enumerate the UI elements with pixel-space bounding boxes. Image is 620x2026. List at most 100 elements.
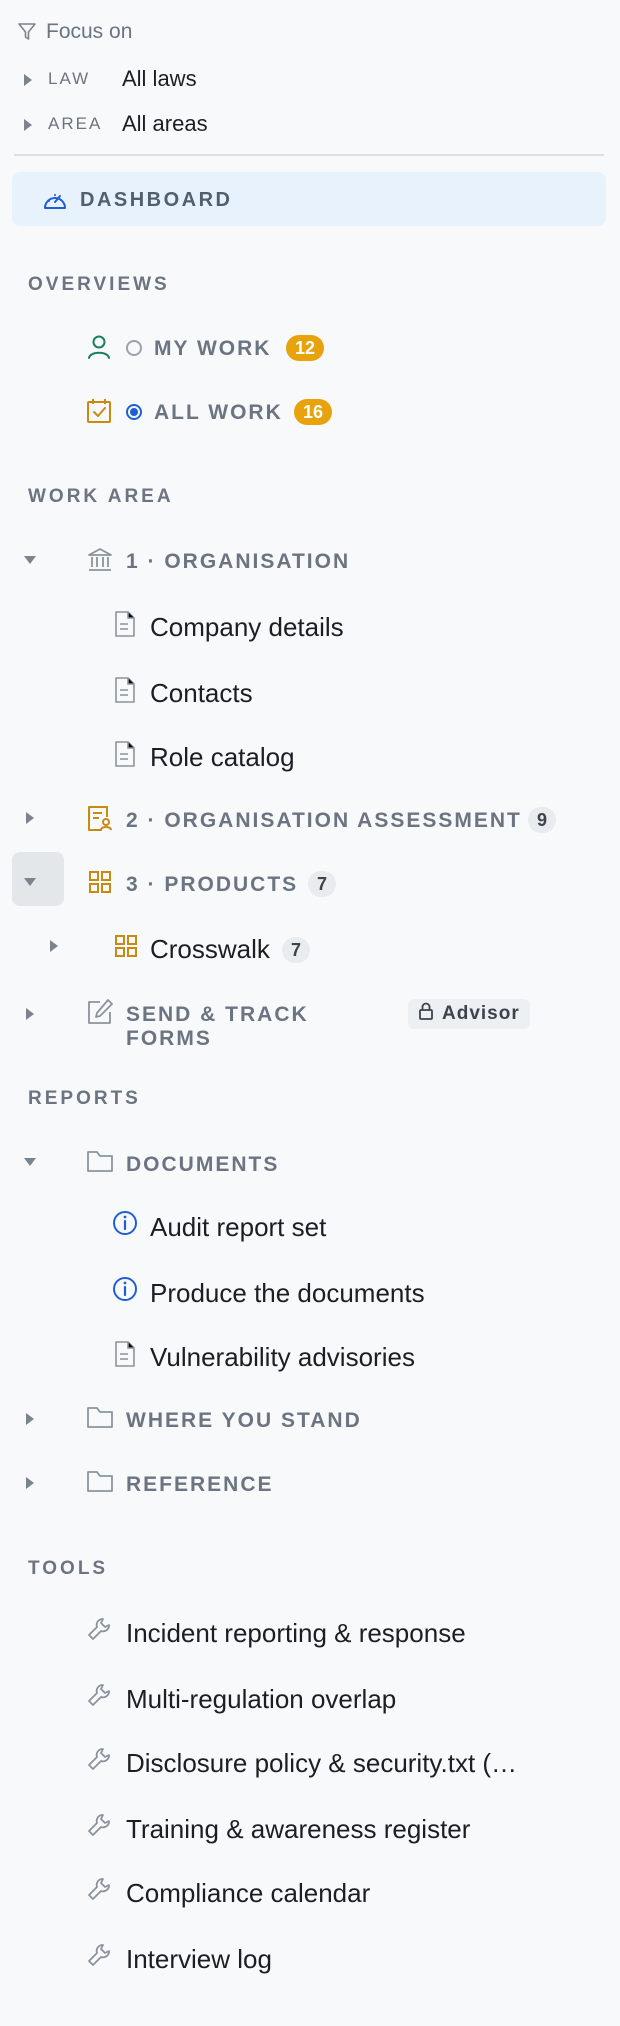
all-work-count-badge: 16 bbox=[294, 399, 333, 425]
expand-caret-icon[interactable] bbox=[24, 119, 32, 131]
wrench-icon bbox=[86, 1746, 112, 1777]
all-work-item[interactable]: ALL WORK 16 bbox=[84, 394, 344, 430]
expand-caret-icon[interactable] bbox=[26, 1477, 34, 1489]
organisation-node[interactable]: 1 · ORGANISATION bbox=[86, 544, 486, 578]
expand-caret-icon[interactable] bbox=[24, 74, 32, 86]
document-icon bbox=[114, 610, 136, 643]
folder-icon bbox=[86, 1148, 114, 1179]
vulnerability-advisories-item[interactable]: Vulnerability advisories bbox=[112, 1338, 512, 1376]
filter-icon bbox=[17, 22, 37, 47]
folder-icon bbox=[86, 1404, 114, 1435]
products-node[interactable]: 3 · PRODUCTS 7 bbox=[86, 866, 386, 902]
calendar-check-icon bbox=[86, 398, 112, 429]
area-filter[interactable]: AREA All areas bbox=[20, 109, 420, 141]
tool-interview-log[interactable]: Interview log bbox=[86, 1940, 586, 1978]
documents-node[interactable]: DOCUMENTS bbox=[86, 1146, 386, 1180]
document-icon bbox=[114, 676, 136, 709]
role-catalog-label: Role catalog bbox=[150, 742, 295, 772]
expand-caret-icon[interactable] bbox=[26, 1008, 34, 1020]
organisation-assessment-node[interactable]: 2 · ORGANISATION ASSESSMENT 9 bbox=[86, 802, 586, 838]
overviews-heading: OVERVIEWS bbox=[28, 274, 170, 295]
my-work-label: MY WORK bbox=[154, 337, 272, 360]
info-icon bbox=[112, 1276, 138, 1307]
audit-report-set-label: Audit report set bbox=[150, 1212, 327, 1242]
where-you-stand-node[interactable]: WHERE YOU STAND bbox=[86, 1402, 386, 1436]
vulnerability-advisories-label: Vulnerability advisories bbox=[150, 1342, 415, 1372]
all-work-radio[interactable] bbox=[126, 404, 142, 420]
collapse-caret-icon[interactable] bbox=[24, 1158, 36, 1166]
products-caret-button[interactable] bbox=[12, 852, 64, 906]
tools-heading: TOOLS bbox=[28, 1558, 109, 1579]
expand-caret-icon[interactable] bbox=[26, 812, 34, 824]
tool-label: Compliance calendar bbox=[126, 1878, 371, 1908]
grid-icon bbox=[88, 870, 112, 899]
advisor-tag: Advisor bbox=[408, 999, 530, 1029]
focus-on-label: Focus on bbox=[46, 20, 133, 43]
crosswalk-label: Crosswalk bbox=[150, 934, 270, 964]
reference-label: REFERENCE bbox=[126, 1473, 274, 1496]
tool-label: Interview log bbox=[126, 1944, 272, 1974]
reports-heading: REPORTS bbox=[28, 1088, 141, 1109]
documents-label: DOCUMENTS bbox=[126, 1153, 280, 1176]
bank-icon bbox=[86, 546, 114, 579]
gauge-icon bbox=[42, 188, 68, 217]
tool-incident-reporting[interactable]: Incident reporting & response bbox=[86, 1614, 586, 1652]
my-work-item[interactable]: MY WORK 12 bbox=[84, 330, 344, 366]
organisation-label: 1 · ORGANISATION bbox=[126, 550, 351, 573]
reference-node[interactable]: REFERENCE bbox=[86, 1466, 386, 1500]
send-track-forms-node[interactable]: SEND & TRACK FORMS bbox=[86, 996, 396, 1050]
info-icon bbox=[112, 1210, 138, 1241]
area-filter-key: AREA bbox=[48, 114, 103, 133]
advisor-label: Advisor bbox=[442, 1003, 520, 1024]
folder-icon bbox=[86, 1468, 114, 1499]
products-count: 7 bbox=[308, 871, 337, 897]
tool-label: Disclosure policy & security.txt (… bbox=[126, 1748, 518, 1778]
grid-icon bbox=[114, 934, 138, 963]
produce-documents-label: Produce the documents bbox=[150, 1278, 425, 1308]
wrench-icon bbox=[86, 1682, 112, 1713]
tool-disclosure-policy[interactable]: Disclosure policy & security.txt (… bbox=[86, 1744, 586, 1782]
where-you-stand-label: WHERE YOU STAND bbox=[126, 1409, 362, 1432]
tool-compliance-calendar[interactable]: Compliance calendar bbox=[86, 1874, 586, 1912]
collapse-caret-icon[interactable] bbox=[24, 556, 36, 564]
expand-caret-icon[interactable] bbox=[26, 1413, 34, 1425]
law-filter[interactable]: LAW All laws bbox=[20, 64, 420, 96]
send-track-forms-label: SEND & TRACK FORMS bbox=[126, 1003, 309, 1050]
all-work-label: ALL WORK bbox=[154, 401, 283, 424]
person-icon bbox=[86, 334, 112, 365]
collapse-caret-icon[interactable] bbox=[24, 878, 36, 886]
clipboard-user-icon bbox=[86, 804, 112, 837]
tool-label: Training & awareness register bbox=[126, 1814, 471, 1844]
wrench-icon bbox=[86, 1876, 112, 1907]
expand-caret-icon[interactable] bbox=[50, 940, 58, 952]
area-filter-value: All areas bbox=[122, 111, 208, 136]
produce-documents-item[interactable]: Produce the documents bbox=[112, 1274, 512, 1312]
edit-icon bbox=[86, 998, 114, 1031]
lock-icon bbox=[418, 1002, 434, 1026]
contacts-item[interactable]: Contacts bbox=[112, 674, 472, 712]
divider bbox=[14, 154, 604, 156]
tool-training-register[interactable]: Training & awareness register bbox=[86, 1810, 586, 1848]
law-filter-value: All laws bbox=[122, 66, 197, 91]
crosswalk-count: 7 bbox=[282, 937, 311, 963]
company-details-item[interactable]: Company details bbox=[112, 608, 472, 646]
audit-report-set-item[interactable]: Audit report set bbox=[112, 1208, 472, 1246]
wrench-icon bbox=[86, 1616, 112, 1647]
organisation-assessment-count: 9 bbox=[528, 807, 557, 833]
organisation-assessment-label: 2 · ORGANISATION ASSESSMENT bbox=[126, 809, 522, 832]
document-icon bbox=[114, 740, 136, 773]
contacts-label: Contacts bbox=[150, 678, 253, 708]
wrench-icon bbox=[86, 1812, 112, 1843]
document-icon bbox=[114, 1340, 136, 1373]
law-filter-key: LAW bbox=[48, 69, 91, 88]
company-details-label: Company details bbox=[150, 612, 344, 642]
work-area-heading: WORK AREA bbox=[28, 486, 174, 507]
crosswalk-item[interactable]: Crosswalk 7 bbox=[112, 930, 412, 968]
tool-label: Multi-regulation overlap bbox=[126, 1684, 397, 1714]
tool-label: Incident reporting & response bbox=[126, 1618, 466, 1648]
dashboard-label: DASHBOARD bbox=[80, 189, 233, 211]
my-work-radio[interactable] bbox=[126, 340, 142, 356]
role-catalog-item[interactable]: Role catalog bbox=[112, 738, 472, 776]
products-label: 3 · PRODUCTS bbox=[126, 873, 299, 896]
tool-multi-regulation[interactable]: Multi-regulation overlap bbox=[86, 1680, 586, 1718]
